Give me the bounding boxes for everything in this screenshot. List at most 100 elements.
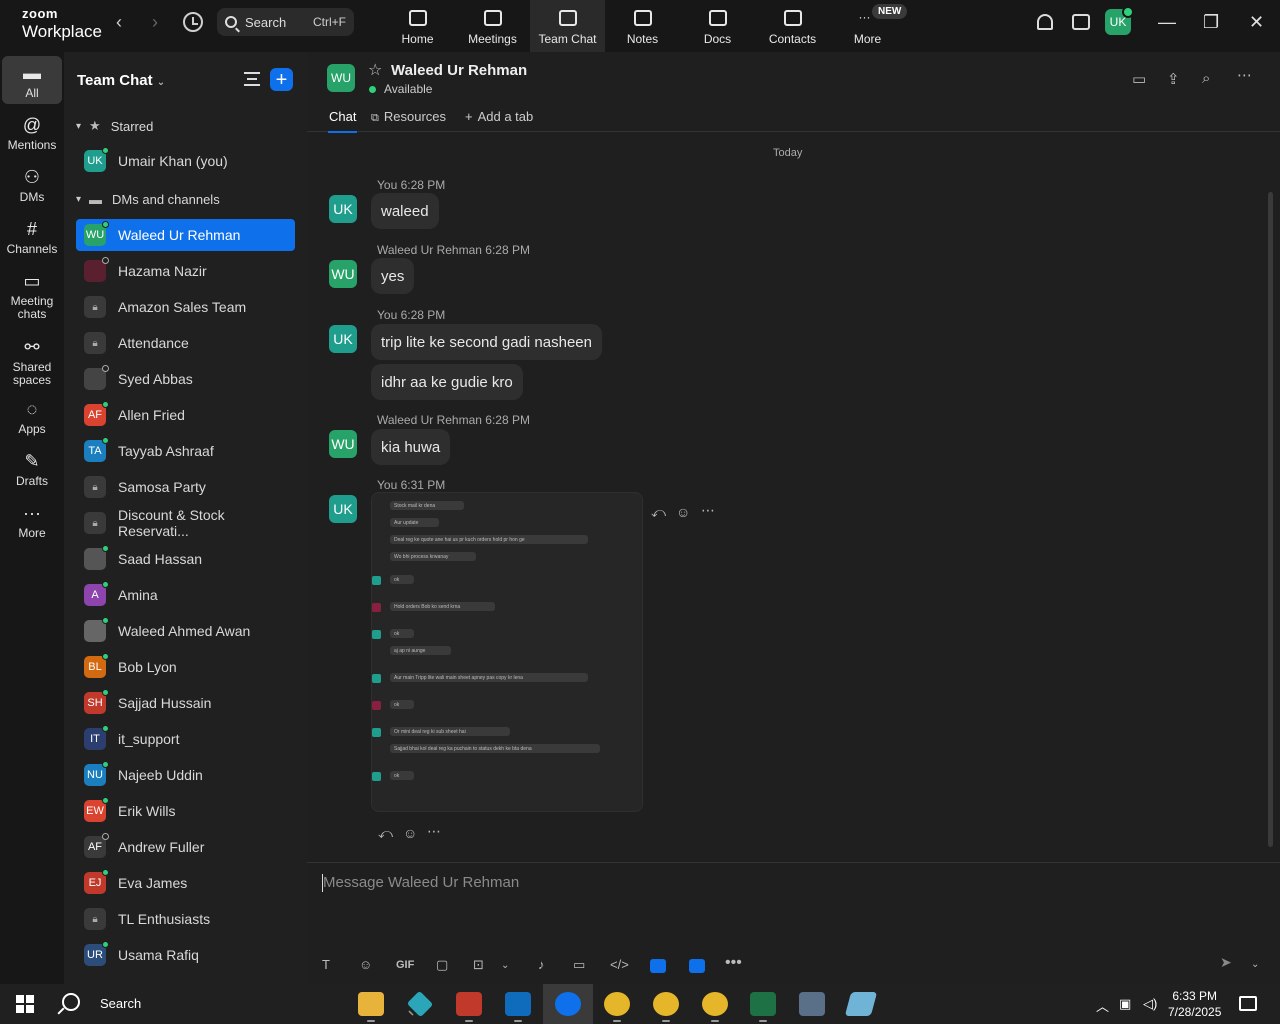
message-bubble[interactable]: waleed [371,193,439,229]
new-chat-button[interactable]: + [270,68,293,91]
rail-item-mentions[interactable]: @ Mentions [2,114,62,152]
format-text-icon[interactable]: T [322,957,330,972]
contact-item[interactable]: EW Erik Wills [76,795,295,827]
minimize-icon[interactable]: — [1158,12,1176,33]
file-icon[interactable]: ▢ [436,957,448,973]
emoji-reaction-icon[interactable]: ☺ [676,504,690,520]
rail-item-meeting-chats[interactable]: ▭ Meeting chats [2,270,62,321]
forward-arrow-icon[interactable]: › [152,12,158,33]
message-bubble[interactable]: kia huwa [371,429,451,465]
chevron-down-icon[interactable]: ⌄ [1251,959,1259,970]
code-snippet-icon[interactable]: </> [610,957,629,972]
contact-item[interactable]: NU Najeeb Uddin [76,759,295,791]
taskbar-zoom-active[interactable] [543,984,593,1024]
network-icon[interactable]: ▣ [1119,996,1131,1012]
contact-item[interactable]: A Amina [76,579,295,611]
contact-item[interactable]: EJ Eva James [76,867,295,899]
tab-chat[interactable]: Chat [327,109,358,133]
video-call-icon[interactable]: ▭ [1132,70,1146,88]
close-icon[interactable]: ✕ [1249,12,1264,33]
excel-icon[interactable] [750,992,776,1022]
dms-section-header[interactable]: ▾ ▬ DMs and channels [76,192,220,207]
contact-item[interactable]: SH Sajjad Hussain [76,687,295,719]
emoji-icon[interactable]: ☺ [359,957,372,972]
tab-home[interactable]: Home [380,0,455,52]
chevron-down-icon[interactable]: ⌄ [501,960,509,971]
starred-section-header[interactable]: ▾ ★ Starred [76,118,153,134]
contact-item[interactable]: TA Tayyab Ashraaf [76,435,295,467]
add-tab-button[interactable]: + Add a tab [465,109,533,124]
contact-item[interactable]: AF Andrew Fuller [76,831,295,863]
contact-item[interactable]: 🔒︎ Attendance [76,327,295,359]
share-screen-icon[interactable]: ⇪ [1167,70,1180,88]
send-icon[interactable]: ➤ [1220,954,1242,974]
outlook-icon[interactable] [505,992,531,1022]
screenshot-icon[interactable]: ⊡ [473,957,484,973]
tray-chevron-up-icon[interactable]: ︿ [1096,996,1109,1015]
message-avatar[interactable]: WU [329,260,357,288]
message-avatar[interactable]: UK [329,495,357,523]
sidebar-title[interactable]: Team Chat ⌄ [77,72,165,89]
profile-avatar[interactable]: UK [1105,6,1134,35]
calendar-icon[interactable] [1072,14,1090,30]
taskbar-clock[interactable]: 6:33 PM 7/28/2025 [1168,988,1221,1020]
bell-icon[interactable] [1037,14,1053,30]
contact-item[interactable]: BL Bob Lyon [76,651,295,683]
message-input[interactable]: Message Waleed Ur Rehman [323,874,519,891]
taskbar-search[interactable]: Search [100,996,141,1011]
back-arrow-icon[interactable]: ‹ [116,12,122,33]
contact-item[interactable]: IT it_support [76,723,295,755]
taskbar-search-icon[interactable] [62,993,80,1011]
contact-item[interactable]: UR Usama Rafiq [76,939,295,971]
contact-item[interactable]: Saad Hassan [76,543,295,575]
contact-item[interactable]: Hazama Nazir [76,255,295,287]
tab-more[interactable]: ··· More NEW [830,0,908,52]
windows-start-icon[interactable] [16,995,34,1013]
tab-team-chat[interactable]: Team Chat [530,0,605,52]
app-icon[interactable] [650,959,666,973]
chrome-icon[interactable] [702,992,728,1022]
contact-item[interactable]: Syed Abbas [76,363,295,395]
rail-item-apps[interactable]: ◌ Apps [2,398,62,436]
microphone-icon[interactable]: ♪ [538,957,545,972]
gif-icon[interactable]: GIF [396,959,414,971]
header-avatar[interactable]: WU [327,64,355,92]
chat-scrollbar[interactable] [1268,192,1273,847]
rail-item-all[interactable]: ▬ All [2,56,62,104]
message-avatar[interactable]: WU [329,430,357,458]
tab-contacts[interactable]: Contacts [755,0,830,52]
search-chat-icon[interactable]: ⌕ [1202,70,1210,87]
notification-icon[interactable] [1239,996,1257,1011]
tab-resources[interactable]: ⧉ Resources [371,109,446,125]
contact-item[interactable]: 🔒︎ TL Enthusiasts [76,903,295,935]
contact-item[interactable]: Waleed Ahmed Awan [76,615,295,647]
message-avatar[interactable]: UK [329,195,357,223]
search-input[interactable]: Search Ctrl+F [217,8,354,36]
contact-item[interactable]: 🔒︎ Discount & Stock Reservati... [76,507,295,539]
rail-item-channels[interactable]: # Channels [2,218,62,256]
reply-icon[interactable]: ⤺ [378,825,393,842]
more-options-icon[interactable]: ⋯ [1237,66,1252,84]
message-more-icon[interactable]: ⋯ [701,502,715,519]
message-bubble[interactable]: trip lite ke second gadi nasheen [371,324,602,360]
history-icon[interactable] [183,12,203,32]
message-more-icon[interactable]: ⋯ [427,823,441,840]
rail-item-drafts[interactable]: ✎ Drafts [2,450,62,488]
volume-icon[interactable]: ◁) [1143,996,1157,1012]
video-message-icon[interactable]: ▭ [573,957,585,973]
zoom-app-icon[interactable] [689,959,705,973]
star-outline-icon[interactable]: ☆ [368,60,382,80]
message-avatar[interactable]: UK [329,325,357,353]
reply-icon[interactable]: ⤺ [651,504,666,521]
chrome-icon[interactable] [604,992,630,1022]
app-icon[interactable] [844,992,878,1016]
tab-docs[interactable]: Docs [680,0,755,52]
tab-meetings[interactable]: Meetings [455,0,530,52]
contact-item[interactable]: AF Allen Fried [76,399,295,431]
header-name[interactable]: Waleed Ur Rehman [391,62,527,79]
message-bubble[interactable]: idhr aa ke gudie kro [371,364,523,400]
emoji-reaction-icon[interactable]: ☺ [403,825,417,841]
filezilla-icon[interactable] [456,992,482,1022]
restore-icon[interactable]: ❐ [1203,12,1219,33]
app-icon[interactable] [406,990,434,1018]
